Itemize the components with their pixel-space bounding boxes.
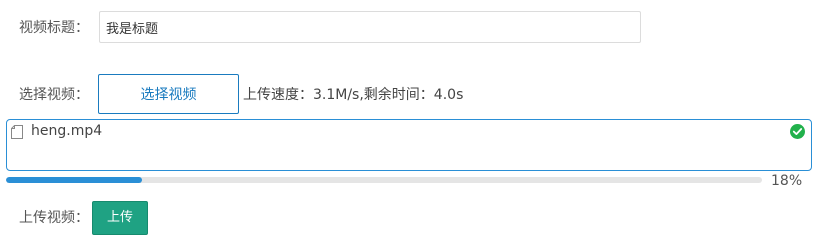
upload-progress-bar <box>6 177 762 183</box>
upload-button[interactable]: 上传 <box>92 201 148 235</box>
file-item <box>6 119 812 171</box>
check-circle-icon <box>790 124 805 139</box>
file-icon <box>11 125 23 139</box>
upload-speed-text: 上传速度：3.1M/s,剩余时间：4.0s <box>243 87 464 103</box>
upload-progress-fill <box>6 177 143 183</box>
upload-video-label: 上传视频： <box>19 210 89 226</box>
video-title-label: 视频标题： <box>19 20 89 36</box>
file-name: heng.mp4 <box>31 123 103 139</box>
video-title-input[interactable] <box>99 11 641 43</box>
select-video-button[interactable]: 选择视频 <box>98 74 239 114</box>
upload-progress-text: 18% <box>771 173 803 189</box>
select-video-label: 选择视频： <box>19 87 89 103</box>
